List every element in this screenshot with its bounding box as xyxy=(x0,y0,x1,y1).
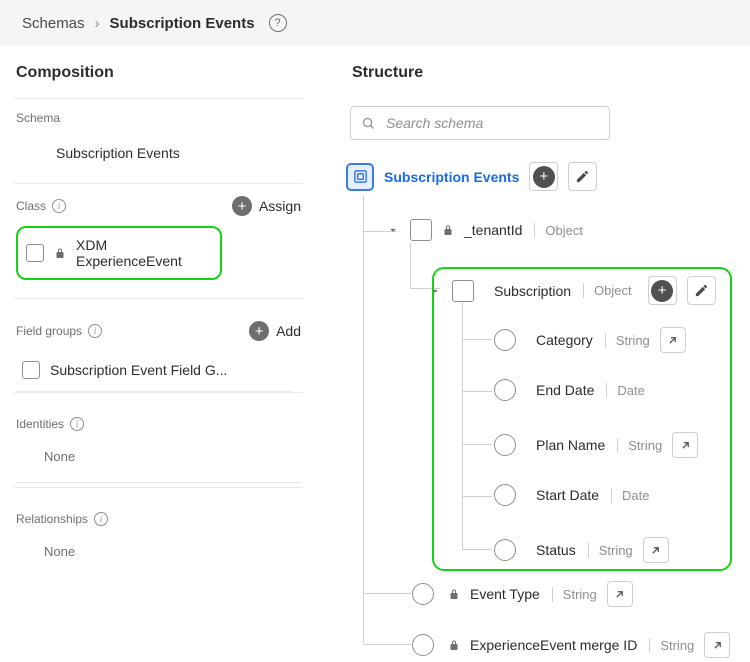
edit-field-button[interactable] xyxy=(687,276,716,305)
class-item-label: XDM ExperienceEvent xyxy=(76,237,212,269)
plus-icon: + xyxy=(232,196,252,216)
relationships-none: None xyxy=(16,536,301,577)
breadcrumb-current: Subscription Events xyxy=(110,15,255,32)
open-field-button[interactable] xyxy=(704,632,730,658)
schema-root-icon[interactable] xyxy=(346,163,374,191)
field-planname[interactable]: Plan Name xyxy=(536,437,605,453)
open-field-button[interactable] xyxy=(643,537,669,563)
structure-title: Structure xyxy=(350,60,732,98)
composition-panel: Composition Schema Subscription Events C… xyxy=(0,46,318,660)
leaf-icon[interactable] xyxy=(412,634,434,656)
field-enddate[interactable]: End Date xyxy=(536,382,594,398)
search-input[interactable]: Search schema xyxy=(350,106,610,140)
arrow-icon xyxy=(613,588,626,601)
chevron-right-icon: › xyxy=(95,15,100,32)
fieldgroups-heading: Field groups xyxy=(16,324,82,338)
schema-name[interactable]: Subscription Events xyxy=(16,135,301,183)
schema-root-label[interactable]: Subscription Events xyxy=(384,169,519,185)
field-category[interactable]: Category xyxy=(536,332,593,348)
field-type: Date xyxy=(611,488,649,503)
arrow-icon xyxy=(666,334,679,347)
lock-icon xyxy=(448,587,460,601)
field-type: String xyxy=(605,333,650,348)
field-type: String xyxy=(588,543,633,558)
arrow-icon xyxy=(649,544,662,557)
info-icon[interactable]: i xyxy=(52,199,66,213)
fieldgroup-item-label: Subscription Event Field G... xyxy=(50,362,227,378)
add-child-button[interactable]: + xyxy=(648,276,677,305)
field-eventtype[interactable]: Event Type xyxy=(470,586,540,602)
lock-icon xyxy=(54,246,66,260)
object-icon[interactable] xyxy=(410,219,432,241)
plus-icon: + xyxy=(249,321,269,341)
plus-icon: + xyxy=(533,166,555,188)
field-status[interactable]: Status xyxy=(536,542,576,558)
plus-icon: + xyxy=(651,280,673,302)
field-tenantid[interactable]: _tenantId xyxy=(464,222,522,238)
pencil-icon xyxy=(694,283,709,298)
field-mergeid[interactable]: ExperienceEvent merge ID xyxy=(470,637,637,653)
field-type: String xyxy=(617,438,662,453)
open-field-button[interactable] xyxy=(672,432,698,458)
search-icon xyxy=(361,116,376,131)
field-subscription[interactable]: Subscription xyxy=(494,283,571,299)
square-icon xyxy=(22,361,40,379)
arrow-icon xyxy=(679,439,692,452)
fieldgroup-item[interactable]: Subscription Event Field G... xyxy=(16,351,292,392)
chevron-down-icon[interactable] xyxy=(386,223,400,237)
help-icon[interactable]: ? xyxy=(269,14,287,32)
lock-icon xyxy=(448,638,460,652)
assign-class-button[interactable]: + Assign xyxy=(232,196,301,216)
composition-title: Composition xyxy=(14,60,303,98)
field-type: Object xyxy=(534,223,583,238)
object-icon[interactable] xyxy=(452,280,474,302)
structure-panel: Structure Search schema Subscription Eve… xyxy=(318,46,750,660)
arrow-icon xyxy=(711,639,724,652)
leaf-icon[interactable] xyxy=(494,484,516,506)
leaf-icon[interactable] xyxy=(412,583,434,605)
field-type: Object xyxy=(583,283,632,298)
breadcrumb-root[interactable]: Schemas xyxy=(22,15,85,32)
add-fieldgroup-button[interactable]: + Add xyxy=(249,321,301,341)
field-type: Date xyxy=(606,383,644,398)
open-field-button[interactable] xyxy=(660,327,686,353)
pencil-icon xyxy=(575,169,590,184)
highlight-box xyxy=(432,267,732,571)
schema-heading: Schema xyxy=(16,111,60,125)
leaf-icon[interactable] xyxy=(494,539,516,561)
leaf-icon[interactable] xyxy=(494,379,516,401)
square-icon xyxy=(26,244,44,262)
edit-schema-button[interactable] xyxy=(568,162,597,191)
leaf-icon[interactable] xyxy=(494,434,516,456)
field-startdate[interactable]: Start Date xyxy=(536,487,599,503)
relationships-heading: Relationships xyxy=(16,512,88,526)
leaf-icon[interactable] xyxy=(494,329,516,351)
chevron-down-icon[interactable] xyxy=(428,284,442,298)
identities-none: None xyxy=(16,441,301,483)
info-icon[interactable]: i xyxy=(70,417,84,431)
lock-icon xyxy=(442,223,454,237)
info-icon[interactable]: i xyxy=(88,324,102,338)
field-type: String xyxy=(552,587,597,602)
class-item-xdm-experienceevent[interactable]: XDM ExperienceEvent xyxy=(16,226,222,280)
breadcrumb: Schemas › Subscription Events ? xyxy=(0,0,750,46)
info-icon[interactable]: i xyxy=(94,512,108,526)
open-field-button[interactable] xyxy=(607,581,633,607)
search-placeholder: Search schema xyxy=(386,115,483,131)
class-heading: Class xyxy=(16,199,46,213)
add-field-button[interactable]: + xyxy=(529,162,558,191)
field-type: String xyxy=(649,638,694,653)
identities-heading: Identities xyxy=(16,417,64,431)
